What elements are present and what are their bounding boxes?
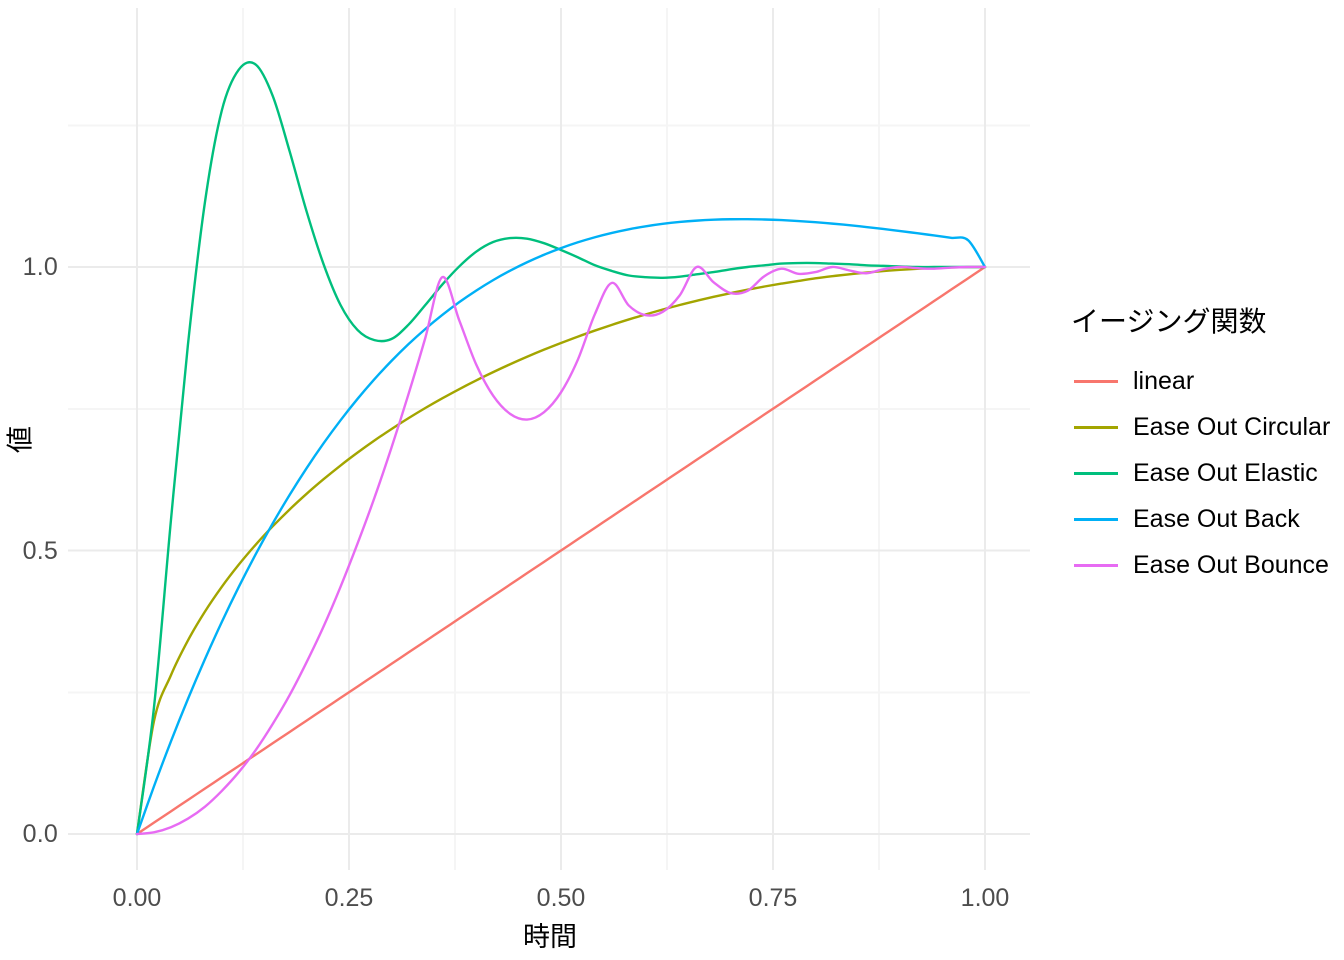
legend-item[interactable]: Ease Out Elastic	[1067, 450, 1337, 496]
x-tick-label: 0.25	[324, 884, 374, 912]
x-axis-title: 時間	[523, 922, 577, 952]
x-tick-label: 0.75	[748, 884, 798, 912]
plot-svg	[68, 8, 1030, 870]
y-axis-tick-labels: 1.0 0.5 0.0	[0, 0, 58, 960]
legend-item-label: linear	[1133, 366, 1195, 395]
legend-color-swatch	[1074, 563, 1118, 567]
legend-color-swatch	[1074, 517, 1118, 521]
x-tick-label: 0.00	[112, 884, 162, 912]
legend-color-swatch	[1074, 471, 1118, 475]
legend-item[interactable]: Ease Out Circular	[1067, 404, 1337, 450]
y-tick-label: 1.0	[22, 253, 58, 281]
legend-key-icon	[1067, 358, 1125, 404]
legend-title: イージング関数	[1071, 306, 1267, 337]
y-tick-label: 0.5	[22, 537, 58, 565]
legend-color-swatch	[1074, 425, 1118, 429]
legend-item-label: Ease Out Bounce	[1133, 550, 1329, 579]
x-tick-label: 1.00	[960, 884, 1010, 912]
legend-key-icon	[1067, 450, 1125, 496]
legend-color-swatch	[1074, 379, 1118, 383]
legend-key-icon	[1067, 542, 1125, 588]
legend-item-label: Ease Out Back	[1133, 504, 1300, 533]
y-tick-label: 0.0	[22, 820, 58, 848]
legend-key-icon	[1067, 496, 1125, 542]
chart-root: 1.0 0.5 0.0 0.00 0.25 0.50 0.75 1.00 時間 …	[0, 0, 1344, 960]
legend-item-label: Ease Out Circular	[1133, 412, 1331, 441]
major-gridlines	[68, 8, 1030, 870]
legend-item-label: Ease Out Elastic	[1133, 458, 1318, 487]
y-axis-title: 値	[5, 426, 36, 453]
legend-item[interactable]: Ease Out Bounce	[1067, 542, 1337, 588]
plot-panel	[68, 8, 1030, 870]
x-tick-label: 0.50	[536, 884, 586, 912]
legend: イージング関数 linear Ease Out Circular Ease Out …	[1067, 300, 1337, 588]
legend-items: linear Ease Out Circular Ease Out Elastic E…	[1067, 358, 1337, 588]
legend-item[interactable]: Ease Out Back	[1067, 496, 1337, 542]
legend-item[interactable]: linear	[1067, 358, 1337, 404]
minor-gridlines	[68, 8, 1030, 870]
legend-key-icon	[1067, 404, 1125, 450]
